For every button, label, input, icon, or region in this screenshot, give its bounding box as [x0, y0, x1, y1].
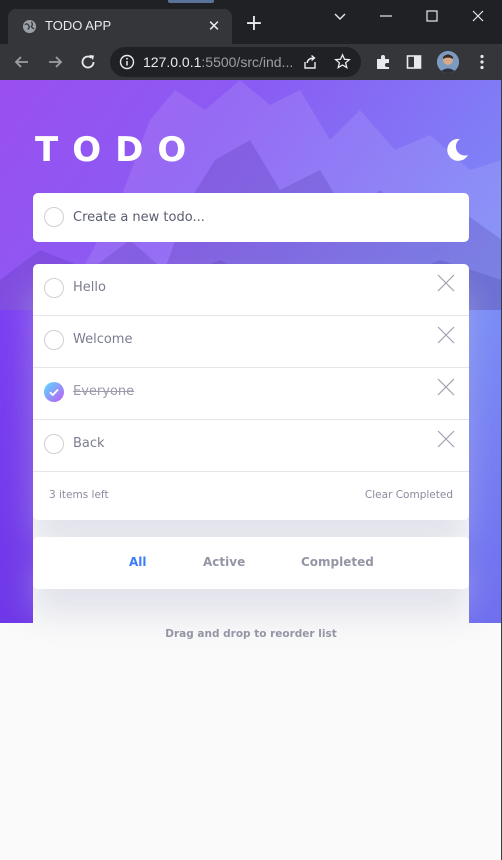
- drag-drop-hint: Drag and drop to reorder list: [165, 628, 337, 640]
- todo-list-footer: 3 items left Clear Completed: [33, 472, 469, 520]
- todo-check-circle[interactable]: [44, 278, 64, 298]
- browser-titlebar: TODO APP ✕ +: [0, 0, 502, 44]
- new-todo-input[interactable]: [73, 205, 453, 229]
- site-info-icon[interactable]: [119, 54, 135, 70]
- minimize-icon[interactable]: [376, 6, 396, 26]
- reload-icon[interactable]: [78, 52, 98, 72]
- tab-group-indicator: [168, 0, 214, 3]
- todo-text: Hello: [73, 280, 106, 295]
- side-panel-icon[interactable]: [404, 52, 424, 72]
- filter-all[interactable]: All: [129, 555, 147, 569]
- todo-check-circle[interactable]: [44, 434, 64, 454]
- bookmark-star-icon[interactable]: [334, 53, 351, 70]
- browser-toolbar: 127.0.0.1:5500/src/ind...: [0, 44, 502, 80]
- tab-search-icon[interactable]: [330, 6, 350, 26]
- todo-text: Welcome: [73, 332, 133, 347]
- todo-item[interactable]: Welcome: [33, 316, 469, 368]
- tab-title: TODO APP: [45, 18, 112, 33]
- filter-active[interactable]: Active: [203, 555, 245, 569]
- close-tab-icon[interactable]: ✕: [206, 18, 222, 34]
- todo-text: Everyone: [73, 384, 135, 399]
- menu-kebab-icon[interactable]: [472, 52, 492, 72]
- app-logo: TODO: [35, 130, 201, 170]
- filter-bar: All Active Completed: [33, 537, 469, 589]
- maximize-icon[interactable]: [422, 6, 442, 26]
- new-todo-input-card: [33, 193, 469, 242]
- hero-right-edge: [469, 310, 502, 623]
- globe-icon: [22, 19, 37, 34]
- page-viewport: TODO Hello Welcome Everyone: [0, 80, 502, 860]
- delete-cross-icon[interactable]: [437, 378, 455, 396]
- forward-icon[interactable]: [45, 52, 65, 72]
- items-left-count: 3 items left: [49, 489, 109, 501]
- todo-item[interactable]: Back: [33, 420, 469, 472]
- delete-cross-icon[interactable]: [437, 326, 455, 344]
- clear-completed-button[interactable]: Clear Completed: [365, 489, 453, 501]
- todo-item[interactable]: Hello: [33, 264, 469, 316]
- delete-cross-icon[interactable]: [437, 430, 455, 448]
- close-window-icon[interactable]: [468, 6, 488, 26]
- profile-avatar[interactable]: [437, 51, 459, 73]
- moon-icon[interactable]: [443, 136, 471, 164]
- checkmark-icon[interactable]: [44, 382, 64, 402]
- hero-left-edge: [0, 310, 33, 623]
- todo-list: Hello Welcome Everyone Back 3 items left…: [33, 264, 469, 520]
- todo-check-circle[interactable]: [44, 330, 64, 350]
- todo-text: Back: [73, 436, 105, 451]
- new-todo-check-circle[interactable]: [44, 207, 64, 227]
- share-icon[interactable]: [302, 54, 318, 70]
- browser-tab[interactable]: TODO APP ✕: [8, 9, 232, 44]
- url-text: 127.0.0.1:5500/src/ind...: [143, 54, 294, 70]
- back-icon[interactable]: [12, 52, 32, 72]
- todo-item-completed[interactable]: Everyone: [33, 368, 469, 420]
- extensions-icon[interactable]: [373, 52, 393, 72]
- address-bar[interactable]: 127.0.0.1:5500/src/ind...: [110, 47, 361, 77]
- filter-completed[interactable]: Completed: [301, 555, 374, 569]
- delete-cross-icon[interactable]: [437, 274, 455, 292]
- new-tab-button[interactable]: +: [244, 13, 264, 35]
